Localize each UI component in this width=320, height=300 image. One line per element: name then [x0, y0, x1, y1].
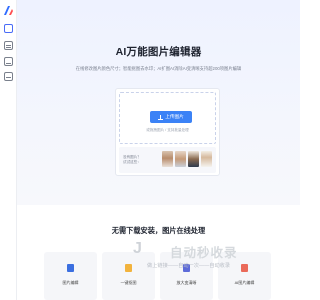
clipboard-icon[interactable]	[4, 72, 13, 81]
watermark-title: 自动秒收录	[170, 246, 238, 260]
watermark-subtitle: 做上链接——自动一次——自动收录	[147, 263, 231, 269]
page-title: AI万能图片编辑器	[115, 46, 202, 58]
feature-label: 一键抠图	[120, 280, 137, 285]
upload-image-button[interactable]: 上传图片	[150, 111, 192, 123]
sample-thumbnail[interactable]	[201, 151, 212, 167]
brand-logo[interactable]	[3, 5, 14, 16]
upload-card: 上传图片 或拖拽图片 / 支持批量处理 没有图片？ 试试这些：	[115, 88, 220, 176]
samples-label: 没有图片？ 试试这些：	[123, 155, 141, 164]
crop-icon[interactable]	[4, 24, 13, 33]
upload-icon	[158, 114, 164, 120]
image-edit-icon	[67, 264, 74, 272]
feature-label: AI图片编辑	[234, 280, 255, 285]
image-icon[interactable]	[4, 57, 13, 66]
feature-label: 放大变清晰	[176, 280, 197, 285]
features-section-title: 无需下载安装，图片在线处理	[111, 226, 206, 235]
watermark-logo: J	[133, 240, 142, 257]
cutout-icon	[125, 264, 132, 272]
upload-hint: 或拖拽图片 / 支持批量处理	[146, 128, 189, 132]
sidebar	[0, 0, 17, 300]
hero-section: AI万能图片编辑器 在线修改图片颜色尺寸；智能抠图去水印；AI扩图AI消除AI变…	[17, 0, 300, 205]
sample-thumbnail[interactable]	[175, 151, 186, 167]
feature-card-image-edit[interactable]: 图片编辑	[44, 252, 97, 300]
page-subtitle: 在线修改图片颜色尺寸；智能抠图去水印；AI扩图AI消除AI变清晰支持超200项图…	[75, 66, 242, 71]
upload-button-label: 上传图片	[165, 114, 184, 119]
sample-images: 没有图片？ 试试这些：	[119, 147, 216, 173]
upload-dropzone[interactable]: 上传图片 或拖拽图片 / 支持批量处理	[119, 92, 216, 144]
sample-thumbnail[interactable]	[188, 151, 199, 167]
sample-thumbnail[interactable]	[162, 151, 173, 167]
feature-label: 图片编辑	[62, 280, 79, 285]
watermark-overlay: J 自动秒收录 做上链接——自动一次——自动收录	[133, 240, 283, 270]
app-root: AI万能图片编辑器 在线修改图片颜色尺寸；智能抠图去水印；AI扩图AI消除AI变…	[0, 0, 300, 300]
document-icon[interactable]	[4, 41, 13, 50]
